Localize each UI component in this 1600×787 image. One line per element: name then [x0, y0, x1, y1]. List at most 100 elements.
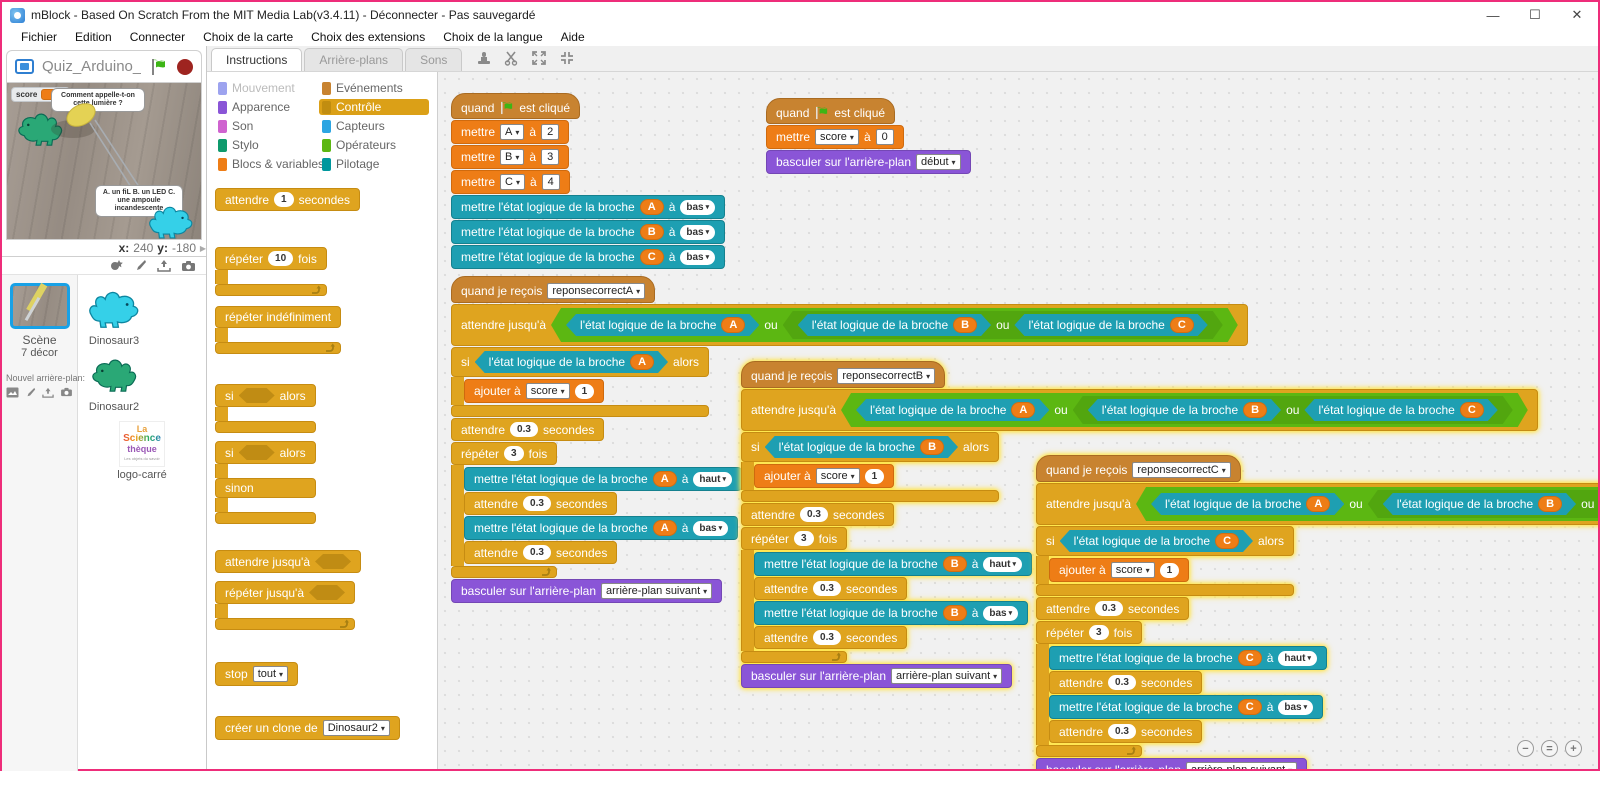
- category-op-rateurs[interactable]: Opérateurs: [319, 137, 429, 153]
- sensor-hex-block[interactable]: l'état logique de la broche A: [856, 399, 1049, 421]
- block-number-input[interactable]: 0.3: [813, 630, 841, 645]
- block-number-input[interactable]: 1: [1159, 562, 1180, 578]
- scratch-block[interactable]: quand je reçois reponsecorrectC ▾: [1036, 455, 1241, 482]
- scratch-block[interactable]: basculer sur l'arrière-plan début ▾: [766, 150, 971, 174]
- block-dropdown[interactable]: A ▾: [500, 124, 525, 140]
- block-dropdown[interactable]: haut ▾: [1278, 650, 1317, 666]
- block-dropdown[interactable]: score ▾: [815, 129, 859, 145]
- tab-arrière-plans[interactable]: Arrière-plans: [304, 48, 404, 71]
- sensor-hex-block[interactable]: l'état logique de la broche B: [765, 436, 958, 458]
- scratch-block[interactable]: mettre C ▾ à 4: [451, 170, 570, 194]
- operator-or-block[interactable]: l'état logique de la broche Aou l'état log…: [551, 308, 1238, 342]
- palette-block[interactable]: créer un clone de Dinosaur2 ▾: [215, 716, 400, 740]
- scratch-block[interactable]: si l'état logique de la broche Aalors: [451, 347, 710, 377]
- scratch-block[interactable]: attendre 0.3 secondes: [754, 577, 908, 600]
- scratch-block[interactable]: attendre 0.3 secondes: [741, 503, 895, 526]
- block-dropdown[interactable]: bas ▾: [693, 520, 729, 536]
- scratch-block[interactable]: répéter 3 fois: [451, 442, 558, 465]
- palette-block[interactable]: répéter jusqu'à: [215, 581, 356, 630]
- block-dropdown[interactable]: score ▾: [1110, 562, 1155, 578]
- variable-oval[interactable]: A: [721, 317, 745, 333]
- category-capteurs[interactable]: Capteurs: [319, 118, 429, 134]
- block-dropdown[interactable]: score ▾: [815, 468, 860, 484]
- sensor-hex-block[interactable]: l'état logique de la broche A: [475, 351, 668, 373]
- block-dropdown[interactable]: reponsecorrectA ▾: [547, 283, 646, 299]
- scratch-block[interactable]: mettre l'état logique de la broche Aà bas ▾: [464, 516, 739, 540]
- palette-block[interactable]: attendre jusqu'à: [215, 550, 362, 573]
- category-blocs-variables[interactable]: Blocs & variables: [215, 156, 324, 172]
- variable-oval[interactable]: C: [1460, 402, 1484, 418]
- block-number-input[interactable]: 1: [274, 192, 294, 207]
- sensor-hex-block[interactable]: l'état logique de la broche B: [1088, 399, 1281, 421]
- category-son[interactable]: Son: [215, 118, 319, 134]
- backdrop-library-icon[interactable]: [6, 387, 19, 398]
- scratch-block[interactable]: si alors: [215, 441, 316, 464]
- scratch-block[interactable]: mettre B ▾ à 3: [451, 145, 570, 169]
- scratch-block[interactable]: ajouter à score ▾ 1: [754, 464, 895, 488]
- scratch-block[interactable]: attendre 0.3 secondes: [1036, 597, 1190, 620]
- block-number-input[interactable]: 1: [864, 468, 885, 484]
- presentation-mode-icon[interactable]: [15, 59, 34, 74]
- scratch-block[interactable]: mettre l'état logique de la broche Cà bas ▾: [1049, 695, 1324, 719]
- menu-item[interactable]: Choix des extensions: [302, 30, 434, 44]
- boolean-slot[interactable]: [315, 554, 351, 569]
- palette-block[interactable]: répéter 10 fois: [215, 247, 327, 296]
- block-dropdown[interactable]: arrière-plan suivant▾: [1186, 762, 1298, 769]
- scratch-block[interactable]: attendre 0.3 secondes: [1049, 671, 1203, 694]
- scratch-block[interactable]: quand est cliqué: [766, 98, 896, 124]
- paint-backdrop-icon[interactable]: [25, 387, 36, 398]
- variable-oval[interactable]: B: [1243, 402, 1267, 418]
- scene-thumbnail[interactable]: [9, 283, 70, 329]
- tab-sons[interactable]: Sons: [405, 48, 463, 71]
- scratch-block[interactable]: attendre jusqu'à l'état logique de la bro…: [741, 389, 1538, 431]
- block-number-input[interactable]: 2: [541, 124, 560, 140]
- category-mouvement[interactable]: Mouvement: [215, 80, 319, 96]
- sensor-hex-block[interactable]: l'état logique de la broche C: [1014, 314, 1207, 336]
- sensor-hex-block[interactable]: l'état logique de la broche C: [1060, 530, 1253, 552]
- operator-or-block[interactable]: l'état logique de la broche Aou l'état log…: [841, 393, 1528, 427]
- variable-oval[interactable]: A: [1306, 496, 1330, 512]
- variable-oval[interactable]: B: [953, 317, 977, 333]
- menu-item[interactable]: Edition: [66, 30, 121, 44]
- palette-block[interactable]: si alors: [215, 384, 316, 433]
- scratch-block[interactable]: ajouter à score ▾ 1: [1049, 558, 1190, 582]
- variable-oval[interactable]: B: [639, 224, 664, 240]
- scratch-block[interactable]: répéter 10 fois: [215, 247, 327, 270]
- scratch-block[interactable]: si l'état logique de la broche Balors: [741, 432, 1000, 462]
- operator-or-block[interactable]: l'état logique de la broche Bou l'état log…: [1073, 396, 1513, 424]
- palette-block[interactable]: stop tout ▾: [215, 662, 299, 686]
- block-dropdown[interactable]: bas ▾: [680, 224, 716, 240]
- sprite-item-dinosaur2[interactable]: Dinosaur2: [83, 347, 145, 413]
- variable-oval[interactable]: A: [652, 520, 677, 536]
- sensor-hex-block[interactable]: l'état logique de la broche A: [1151, 493, 1344, 515]
- block-number-input[interactable]: 10: [268, 251, 294, 266]
- tab-instructions[interactable]: Instructions: [211, 48, 303, 71]
- scratch-block[interactable]: quand je reçois reponsecorrectA ▾: [451, 276, 656, 303]
- palette-block[interactable]: répéter indéfiniment: [215, 306, 342, 354]
- menu-item[interactable]: Aide: [552, 30, 594, 44]
- scratch-block[interactable]: répéter jusqu'à: [215, 581, 356, 604]
- block-dropdown[interactable]: haut ▾: [693, 471, 732, 487]
- scratch-block[interactable]: mettre l'état logique de la broche Bà bas ▾: [451, 220, 726, 244]
- stamp-icon[interactable]: [476, 50, 492, 66]
- scratch-block[interactable]: attendre jusqu'à l'état logique de la bro…: [1036, 483, 1598, 525]
- block-number-input[interactable]: 3: [541, 149, 560, 165]
- scratch-block[interactable]: mettre l'état logique de la broche Cà bas ▾: [451, 245, 726, 269]
- variable-oval[interactable]: C: [639, 249, 664, 265]
- maximize-button[interactable]: ☐: [1514, 2, 1556, 28]
- block-number-input[interactable]: 0.3: [523, 496, 551, 511]
- block-dropdown[interactable]: score ▾: [525, 383, 570, 399]
- block-dropdown[interactable]: tout ▾: [252, 666, 289, 682]
- block-number-input[interactable]: 0.3: [523, 545, 551, 560]
- operator-or-block[interactable]: l'état logique de la broche Aou l'état log…: [1136, 487, 1598, 521]
- sensor-hex-block[interactable]: l'état logique de la broche A: [566, 314, 759, 336]
- category-ev-nements[interactable]: Evénements: [319, 80, 429, 96]
- variable-oval[interactable]: B: [942, 556, 967, 572]
- sprite-item-logo[interactable]: La Science thèque Les objets du savoir l…: [83, 421, 201, 481]
- scratch-block[interactable]: quand est cliqué: [451, 93, 581, 119]
- block-number-input[interactable]: 0.3: [1095, 601, 1123, 616]
- scratch-block[interactable]: attendre 0.3 secondes: [451, 418, 605, 441]
- scratch-block[interactable]: mettre l'état logique de la broche Aà bas ▾: [451, 195, 726, 219]
- scratch-block[interactable]: attendre 0.3 secondes: [464, 492, 618, 515]
- scratch-block[interactable]: basculer sur l'arrière-plan arrière-plan …: [741, 664, 1013, 688]
